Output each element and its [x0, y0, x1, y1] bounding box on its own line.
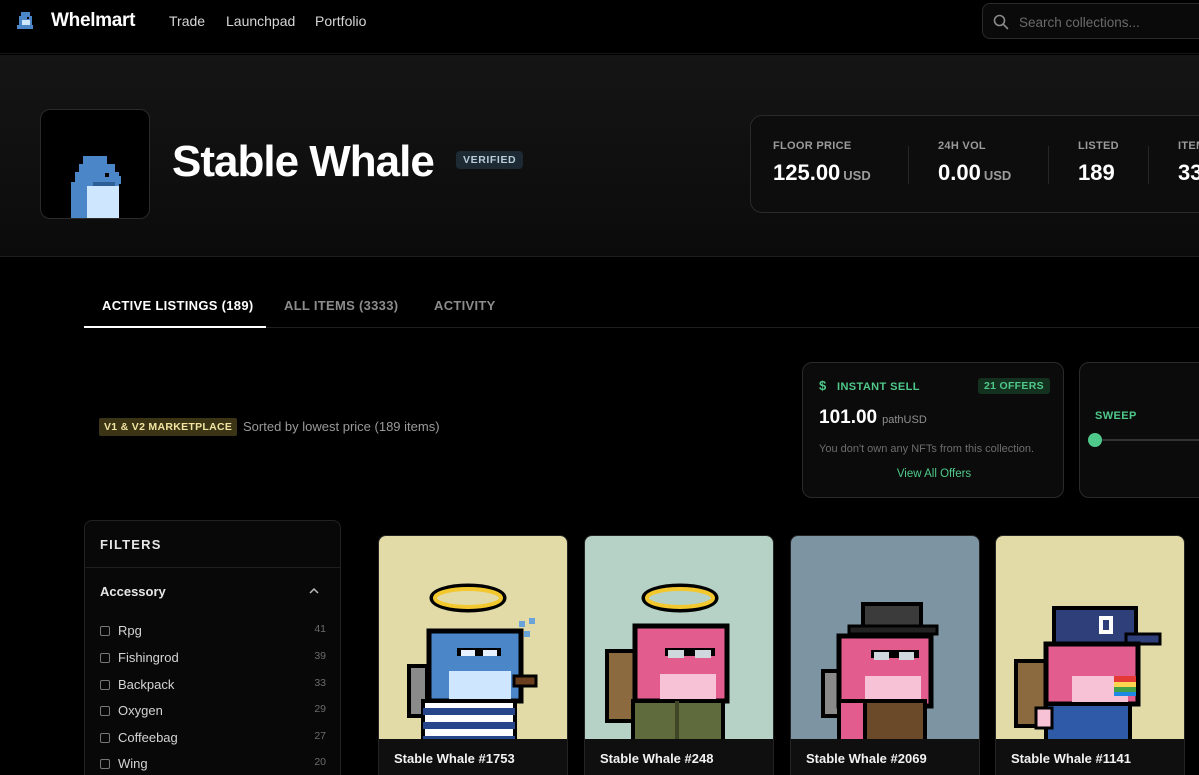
chevron-up-icon[interactable] — [308, 584, 320, 602]
stat-label: 24H VOL — [938, 140, 986, 152]
sweep-slider-track[interactable] — [1095, 439, 1199, 441]
filter-count: 29 — [314, 703, 326, 715]
checkbox[interactable] — [100, 759, 110, 769]
active-tab-indicator — [84, 326, 266, 328]
tab-all-items[interactable]: ALL ITEMS (3333) — [284, 298, 398, 313]
stat-items: ITEMS 3333 — [1178, 140, 1199, 186]
sort-description: Sorted by lowest price (189 items) — [243, 419, 440, 434]
nav-portfolio[interactable]: Portfolio — [315, 13, 366, 29]
nft-image — [791, 536, 979, 739]
search-box[interactable] — [982, 3, 1199, 39]
filters-panel: FILTERS Accessory Rpg 41 Fishingrod 39 B… — [84, 520, 341, 775]
stat-value: 3333 — [1178, 160, 1199, 185]
nav-trade[interactable]: Trade — [169, 13, 205, 29]
nft-card[interactable]: Stable Whale #2069 — [790, 535, 980, 775]
filter-label: Coffeebag — [118, 730, 178, 745]
stat-value: 0.00 — [938, 160, 981, 185]
nft-name: Stable Whale #248 — [600, 751, 714, 766]
instant-sell-note: You don't own any NFTs from this collect… — [819, 443, 1035, 455]
checkbox[interactable] — [100, 626, 110, 636]
filter-count: 39 — [314, 650, 326, 662]
filter-option-wing[interactable]: Wing 20 — [100, 755, 326, 775]
nft-image — [379, 536, 567, 739]
filter-label: Oxygen — [118, 703, 163, 718]
filter-count: 27 — [314, 730, 326, 742]
nft-image — [996, 536, 1184, 739]
instant-sell-panel: $ INSTANT SELL 21 OFFERS 101.00 pathUSD Y… — [802, 362, 1064, 498]
stats-panel: FLOOR PRICE 125.00 USD 24H VOL 0.00 USD LI… — [750, 115, 1199, 213]
stat-divider — [908, 146, 909, 184]
verified-badge: VERIFIED — [456, 151, 524, 169]
checkbox[interactable] — [100, 680, 110, 690]
stat-unit: USD — [843, 168, 871, 183]
stat-floor-price: FLOOR PRICE 125.00 USD — [773, 140, 871, 186]
offers-badge: 21 OFFERS — [978, 378, 1050, 394]
filter-label: Fishingrod — [118, 650, 179, 665]
stat-unit: USD — [983, 168, 1012, 183]
brand-name[interactable]: Whelmart — [51, 10, 135, 32]
sweep-title: SWEEP — [1095, 410, 1137, 422]
dollar-icon: $ — [819, 378, 827, 393]
whale-avatar-icon — [71, 156, 121, 218]
stat-label: ITEMS — [1178, 140, 1199, 152]
nft-card[interactable]: Stable Whale #248 — [584, 535, 774, 775]
stat-value: 125.00 — [773, 160, 841, 185]
stat-listed: LISTED 189 — [1078, 140, 1119, 186]
tab-activity[interactable]: ACTIVITY — [434, 298, 496, 313]
marketplace-badge: V1 & V2 MARKETPLACE — [99, 418, 238, 436]
instant-sell-title: INSTANT SELL — [837, 381, 920, 393]
tab-active-listings[interactable]: ACTIVE LISTINGS (189) — [102, 298, 254, 313]
sweep-panel: SWEEP — [1079, 362, 1199, 498]
collection-header: Stable Whale VERIFIED FLOOR PRICE 125.00… — [0, 55, 1199, 257]
stat-divider — [1048, 146, 1049, 184]
filter-label: Rpg — [118, 623, 142, 638]
stat-24h-vol: 24H VOL 0.00 USD — [938, 140, 1011, 186]
view-all-offers-link[interactable]: View All Offers — [803, 468, 1065, 480]
filters-title: FILTERS — [100, 537, 162, 552]
filter-count: 41 — [314, 623, 326, 635]
search-icon — [993, 14, 1009, 30]
nft-image — [585, 536, 773, 739]
sweep-slider-thumb[interactable] — [1088, 433, 1102, 447]
filter-count: 33 — [314, 677, 326, 689]
search-input[interactable] — [1019, 12, 1199, 32]
instant-sell-price: 101.00 — [819, 407, 878, 428]
top-nav: Whelmart Trade Launchpad Portfolio — [0, 0, 1199, 54]
stat-divider — [1148, 146, 1149, 184]
checkbox[interactable] — [100, 733, 110, 743]
filter-option-rpg[interactable]: Rpg 41 — [100, 622, 326, 642]
filter-group-accessory[interactable]: Accessory — [100, 584, 166, 599]
collection-title: Stable Whale — [172, 137, 435, 186]
stat-value: 189 — [1078, 160, 1115, 185]
checkbox[interactable] — [100, 706, 110, 716]
filter-count: 20 — [314, 756, 326, 768]
nft-name: Stable Whale #1141 — [1011, 751, 1131, 766]
filter-option-oxygen[interactable]: Oxygen 29 — [100, 702, 326, 722]
collection-avatar — [40, 109, 150, 219]
filter-label: Backpack — [118, 677, 175, 692]
filter-label: Wing — [118, 756, 148, 771]
divider — [85, 567, 340, 568]
filter-option-coffeebag[interactable]: Coffeebag 27 — [100, 729, 326, 749]
filter-option-fishingrod[interactable]: Fishingrod 39 — [100, 649, 326, 669]
checkbox[interactable] — [100, 653, 110, 663]
instant-sell-unit: pathUSD — [882, 414, 927, 426]
nav-launchpad[interactable]: Launchpad — [226, 13, 295, 29]
nft-name: Stable Whale #2069 — [806, 751, 927, 766]
filter-option-backpack[interactable]: Backpack 33 — [100, 676, 326, 696]
nft-card[interactable]: Stable Whale #1753 — [378, 535, 568, 775]
collection-tabs: ACTIVE LISTINGS (189) ALL ITEMS (3333) A… — [84, 286, 1199, 328]
nft-name: Stable Whale #1753 — [394, 751, 515, 766]
stat-label: FLOOR PRICE — [773, 140, 852, 152]
stat-label: LISTED — [1078, 140, 1119, 152]
whale-logo-icon[interactable] — [14, 9, 38, 33]
nft-card[interactable]: Stable Whale #1141 — [995, 535, 1185, 775]
